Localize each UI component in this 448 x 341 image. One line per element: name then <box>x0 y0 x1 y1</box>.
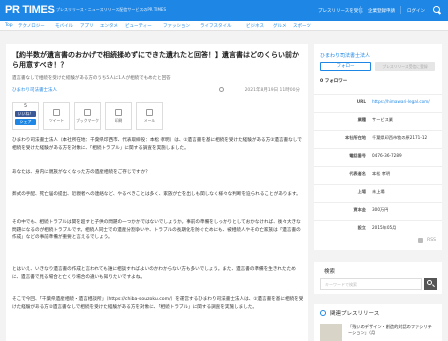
publish-date: 2021年8月19日 11時00分 <box>244 88 300 93</box>
rss-icon[interactable] <box>418 238 423 243</box>
category-technology[interactable]: テクノロジー <box>18 23 45 29</box>
info-row-url: URL https://himawari-legal.com/ <box>314 94 442 108</box>
info-row-phone: 電話番号 0476-36-7289 <box>314 148 442 162</box>
info-key: 資本金 <box>353 207 366 212</box>
info-value: 2015年05月 <box>372 225 397 230</box>
search-icon[interactable] <box>433 6 440 13</box>
rss-link[interactable]: RSS <box>427 238 436 243</box>
share-button[interactable]: シェア <box>15 119 36 125</box>
tweet-label: ツイート <box>48 118 65 123</box>
info-url-link[interactable]: https://himawari-legal.com/ <box>372 99 430 104</box>
like-box: 5 いいね！ シェア <box>12 102 39 130</box>
category-business[interactable]: ビジネス <box>246 23 264 29</box>
nav-divider <box>400 6 401 14</box>
prtimes-logo[interactable]: PR TIMES <box>5 4 55 16</box>
article-panel: 【約半数が遺言書のおかげで相続揉めずにできた遺れたと回答！】遺言書はどのくらい前… <box>6 44 308 341</box>
info-key: 上場 <box>357 189 366 194</box>
related-item-title[interactable]: 「残いのデザイン・創造的対話のファシリテーション」（月 <box>348 324 434 336</box>
email-icon <box>146 109 153 116</box>
nav-receive-press[interactable]: プレスリリースを受信 <box>318 8 363 14</box>
article-paragraph: その中でも、相続トラブルは関を超すと子供の問題の一つかかではないでしょうか。事前… <box>12 220 301 241</box>
twitter-icon <box>53 109 60 116</box>
category-sports[interactable]: スポーツ <box>293 23 311 29</box>
search-submit-button[interactable] <box>424 278 437 290</box>
print-button[interactable]: 印刷 <box>105 102 132 130</box>
company-info-panel: ひまわり司法書士法人 フォロー プレスリリース受信に登録 0 フォロワー URL… <box>314 44 442 250</box>
info-key: 代表者名 <box>349 171 366 176</box>
search-section-title: 検索 <box>324 269 336 275</box>
info-key: 業種 <box>357 117 366 122</box>
info-value: 千葉県印西市牧の原2171-12 <box>372 135 428 140</box>
info-value: 未上場 <box>372 189 385 194</box>
related-thumbnail[interactable] <box>320 324 342 341</box>
follower-count: 0 フォロワー <box>320 79 348 84</box>
article-title: 【約半数が遺言書のおかげで相続揉めずにできた遺れたと回答！】遺言書はどのくらい前… <box>12 52 299 69</box>
like-count: 5 <box>24 104 27 109</box>
nav-divider <box>360 6 361 14</box>
tweet-button[interactable]: ツイート <box>43 102 70 130</box>
info-row-capital: 資本金 300万円 <box>314 202 442 216</box>
article-paragraph: そこで今回、「千葉県遺産相続・遺言相談所」（https://chiba-souz… <box>12 297 304 310</box>
info-row-representative: 代表者名 本松 孝明 <box>314 166 442 180</box>
article-paragraph: 葬式の手配、死亡届の提出、近親者への連絡など、やるべきことは多く、家族が亡を出し… <box>12 192 301 197</box>
related-press-panel: 関連プレスリリース 「残いのデザイン・創造的対話のファシリテーション」（月 <box>314 304 442 341</box>
keyword-search-input[interactable]: キーワードで検索 <box>320 278 422 290</box>
article-paragraph: あなたは、身内に親族がなくなった方の遺産相続をご存じですか？ <box>12 170 150 175</box>
info-row-industry: 業種 サービス業 <box>314 112 442 126</box>
info-row-address: 本社所在地 千葉県印西市牧の原2171-12 <box>314 130 442 144</box>
print-label: 印刷 <box>114 118 123 123</box>
info-value: 300万円 <box>372 207 389 212</box>
info-value: サービス業 <box>372 117 393 122</box>
bookmark-button[interactable]: ブックマーク <box>74 102 101 130</box>
related-section-title: 関連プレスリリース <box>330 311 380 317</box>
sidebar-company-name[interactable]: ひまわり司法書士法人 <box>320 52 370 59</box>
magnifier-icon <box>427 280 432 285</box>
info-icon <box>320 310 326 316</box>
info-key: URL <box>356 99 366 104</box>
info-key: 電話番号 <box>349 153 366 158</box>
info-row-listing: 上場 未上場 <box>314 184 442 198</box>
article-subtitle: 遺言書なしで相続を受けた経験がある方のうち5人に1人が相続でもめたと回答 <box>12 76 171 81</box>
category-apps[interactable]: アプリ <box>80 23 94 29</box>
category-top[interactable]: Top <box>5 23 13 28</box>
email-button[interactable]: メール <box>136 102 163 130</box>
company-link[interactable]: ひまわり司法書士法人 <box>12 87 57 93</box>
info-key: 設立 <box>357 225 366 230</box>
search-panel: 検索 キーワードで検索 <box>314 262 442 294</box>
info-key: 本社所在地 <box>345 135 366 140</box>
category-fashion[interactable]: ファッション <box>163 23 190 29</box>
nav-login[interactable]: ログイン <box>407 8 425 14</box>
article-paragraph: ひまわり司法書士法人（本社所在地：千葉県印西市、代表取締役：本松 孝明）は、①遺… <box>12 138 302 151</box>
bookmark-label: ブックマーク <box>76 118 99 123</box>
category-beauty[interactable]: ビューティー <box>125 23 152 29</box>
site-header: PR TIMES プレスリリース・ニュースリリース配信サービスのPR TIMES… <box>0 0 448 21</box>
follow-button[interactable]: フォロー <box>320 62 371 71</box>
like-button[interactable]: いいね！ <box>15 111 36 117</box>
category-bar: Top テクノロジー モバイル アプリ エンタメ ビューティー ファッション ラ… <box>0 21 448 31</box>
print-icon <box>115 109 122 116</box>
bookmark-icon <box>84 109 91 116</box>
article-paragraph: とはいえ、いきなり遺言書の作成と言われても誰に相談すればよいのかわからない方も多… <box>12 267 296 280</box>
header-tagline: プレスリリース・ニュースリリース配信サービスのPR TIMES <box>56 7 167 12</box>
category-lifestyle[interactable]: ライフスタイル <box>200 23 232 29</box>
info-value: 本松 孝明 <box>372 171 391 176</box>
category-entertainment[interactable]: エンタメ <box>100 23 118 29</box>
nav-company-register[interactable]: 企業登録申請 <box>368 8 395 14</box>
category-gourmet[interactable]: グルメ <box>273 23 287 29</box>
category-mobile[interactable]: モバイル <box>55 23 73 29</box>
clock-icon <box>219 87 224 92</box>
info-value: 0476-36-7289 <box>372 153 402 158</box>
subscribe-button[interactable]: プレスリリース受信に登録 <box>375 62 435 71</box>
info-row-founded: 設立 2015年05月 <box>314 220 442 234</box>
email-label: メール <box>143 118 156 123</box>
